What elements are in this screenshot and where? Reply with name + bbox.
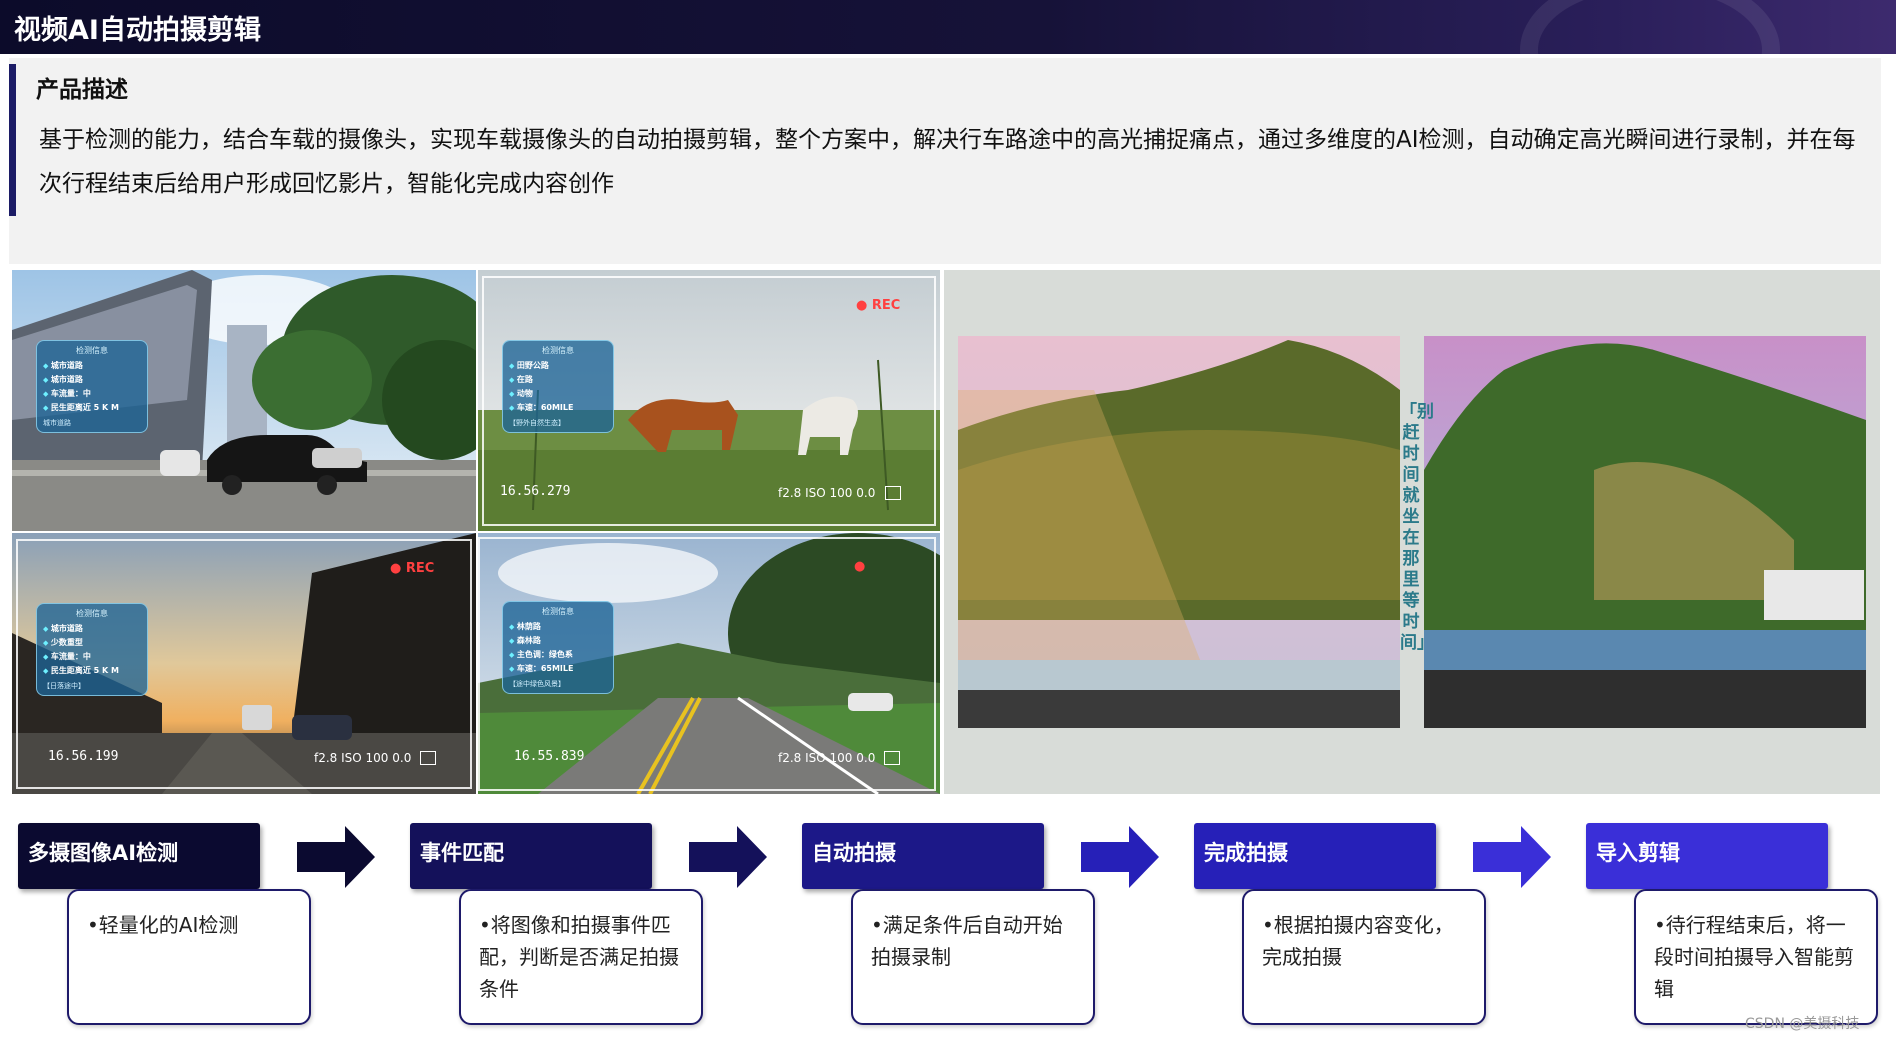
detection-info-panel: 检测信息 田野公路 在路 动物 车速：60MILE 【野外自然生态】: [502, 340, 614, 433]
camera-settings: f2.8 ISO 100 0.0: [778, 486, 876, 500]
step-note-text: •满足条件后自动开始拍摄录制: [871, 913, 1063, 969]
detection-row: 林荫路: [509, 620, 607, 634]
detection-row: 民生距离近 5 K M: [43, 664, 141, 678]
step-note: •待行程结束后，将一段时间拍摄导入智能剪辑: [1634, 889, 1878, 1025]
detection-row: 车速：60MILE: [509, 401, 607, 415]
step-title: 导入剪辑: [1596, 841, 1680, 865]
detection-info-title: 检测信息: [542, 346, 574, 355]
step-event-match: 事件匹配: [410, 823, 652, 889]
timestamp: 16.56.199: [48, 749, 119, 764]
timestamp: 16.56.279: [500, 484, 571, 499]
detection-info-panel: 检测信息 城市道路 少数重型 车流量：中 民生距离近 5 K M 【日落途中】: [36, 603, 148, 696]
photo-forest-road: ● 检测信息 林荫路 森林路 主色调：绿色系 车速：65MILE 【途中绿色风景…: [478, 533, 940, 794]
camera-settings: f2.8 ISO 100 0.0: [778, 751, 876, 765]
detection-row: 少数重型: [43, 636, 141, 650]
exposure-icon: [420, 751, 436, 765]
detection-row: 动物: [509, 387, 607, 401]
rec-indicator: ●: [854, 559, 866, 574]
detection-row: 在路: [509, 373, 607, 387]
step-title: 多摄图像AI检测: [28, 841, 179, 865]
product-description-panel: 产品描述 基于检测的能力，结合车载的摄像头，实现车载摄像头的自动拍摄剪辑，整个方…: [9, 58, 1881, 264]
rec-indicator: ● REC: [390, 561, 435, 576]
detection-row: 田野公路: [509, 359, 607, 373]
page-title: 视频AI自动拍摄剪辑: [14, 15, 261, 46]
photo-city-street: 检测信息 城市道路 城市道路 车流量：中 民生距离近 5 K M 城市道路: [12, 270, 476, 531]
detection-info-title: 检测信息: [76, 609, 108, 618]
accent-bar: [9, 64, 16, 216]
arrow-icon: [1473, 826, 1551, 888]
arrow-icon: [297, 826, 375, 888]
step-import-edit: 导入剪辑: [1586, 823, 1828, 889]
rec-label: REC: [871, 298, 901, 313]
step-note: •满足条件后自动开始拍摄录制: [851, 889, 1095, 1025]
rec-label: REC: [405, 561, 435, 576]
rec-indicator: ● REC: [856, 298, 901, 313]
detection-row: 森林路: [509, 634, 607, 648]
step-note-text: •根据拍摄内容变化，完成拍摄: [1262, 913, 1454, 969]
detection-info-title: 检测信息: [542, 607, 574, 616]
watermark-text: CSDN @美摄科技: [1745, 1016, 1860, 1032]
detection-row: 城市道路: [43, 359, 141, 373]
step-title: 事件匹配: [420, 841, 504, 865]
timestamp: 16.55.839: [514, 749, 585, 764]
step-note-text: •轻量化的AI检测: [87, 913, 239, 937]
header-bar: 视频AI自动拍摄剪辑: [0, 0, 1896, 54]
detection-row: 车流量：中: [43, 387, 141, 401]
arrow-icon: [689, 826, 767, 888]
step-auto-capture: 自动拍摄: [802, 823, 1044, 889]
step-ai-detection: 多摄图像AI检测: [18, 823, 260, 889]
step-note: •将图像和拍摄事件匹配，判断是否满足拍摄条件: [459, 889, 703, 1025]
detection-row: 城市道路: [43, 622, 141, 636]
detection-info-title: 检测信息: [76, 346, 108, 355]
camera-settings: f2.8 ISO 100 0.0: [314, 751, 412, 765]
description-body: 基于检测的能力，结合车载的摄像头，实现车载摄像头的自动拍摄剪辑，整个方案中，解决…: [39, 127, 1856, 197]
detection-scene-label: 城市道路: [43, 419, 71, 427]
detection-row: 车流量：中: [43, 650, 141, 664]
arrow-icon: [1081, 826, 1159, 888]
detection-scene-label: 【日落途中】: [43, 682, 85, 690]
detection-row: 主色调：绿色系: [509, 648, 607, 662]
step-title: 完成拍摄: [1204, 841, 1288, 865]
detection-info-panel: 检测信息 林荫路 森林路 主色调：绿色系 车速：65MILE 【途中绿色风景】: [502, 601, 614, 694]
step-note: •轻量化的AI检测: [67, 889, 311, 1025]
detection-row: 民生距离近 5 K M: [43, 401, 141, 415]
brand-watermark-arc: [1520, 0, 1780, 54]
detection-scene-label: 【途中绿色风景】: [509, 680, 565, 688]
detection-scene-label: 【野外自然生态】: [509, 419, 565, 427]
step-note-text: •待行程结束后，将一段时间拍摄导入智能剪辑: [1654, 913, 1854, 1001]
photo-sunset-road: ● REC 检测信息 城市道路 少数重型 车流量：中 民生距离近 5 K M 【…: [12, 533, 476, 794]
step-title: 自动拍摄: [812, 841, 896, 865]
step-capture-complete: 完成拍摄: [1194, 823, 1436, 889]
detection-row: 城市道路: [43, 373, 141, 387]
photo-field-animals: ● REC 检测信息 田野公路 在路 动物 车速：60MILE 【野外自然生态】…: [478, 270, 940, 531]
description-heading: 产品描述: [36, 77, 128, 103]
exposure-icon: [884, 751, 900, 765]
detection-row: 车速：65MILE: [509, 662, 607, 676]
step-note: •根据拍摄内容变化，完成拍摄: [1242, 889, 1486, 1025]
step-note-text: •将图像和拍摄事件匹配，判断是否满足拍摄条件: [479, 913, 679, 1001]
vertical-caption: 「别赶时间 就坐在那里等时间」: [1400, 402, 1434, 653]
exposure-icon: [885, 486, 901, 500]
detection-info-panel: 检测信息 城市道路 城市道路 车流量：中 民生距离近 5 K M 城市道路: [36, 340, 148, 433]
